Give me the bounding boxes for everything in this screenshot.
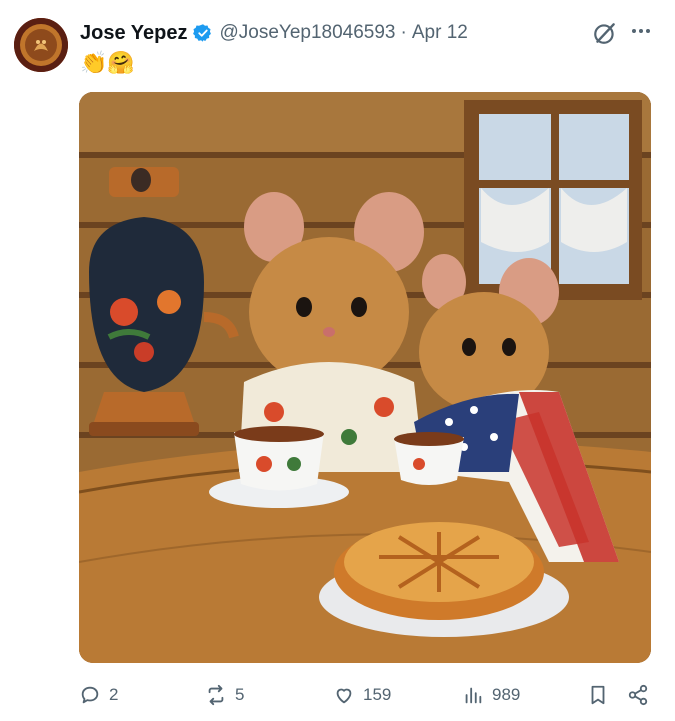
share-button[interactable] <box>627 680 649 710</box>
reply-icon <box>81 686 99 704</box>
heart-icon <box>336 688 352 704</box>
author-handle[interactable]: @JoseYep18046593 <box>219 22 395 44</box>
share-icon <box>628 684 648 706</box>
post-date[interactable]: Apr 12 <box>412 22 468 44</box>
views-icon <box>465 687 482 704</box>
avatar-image <box>14 18 68 72</box>
verified-badge-icon <box>193 24 212 42</box>
like-button[interactable]: 159 <box>333 680 391 710</box>
more-icon[interactable] <box>626 16 656 46</box>
illustration <box>79 92 651 663</box>
author-name[interactable]: Jose Yepez <box>80 22 187 45</box>
repost-count: 5 <box>235 685 245 704</box>
reply-button[interactable]: 2 <box>79 680 118 710</box>
post-header: Jose Yepez @JoseYep18046593 · Apr 12 <box>80 20 468 46</box>
post-text: 👏🤗 <box>80 50 135 78</box>
bookmark-button[interactable] <box>587 680 609 710</box>
separator-dot: · <box>400 22 407 43</box>
repost-icon <box>208 684 224 706</box>
grok-icon[interactable] <box>592 20 618 46</box>
post-media-image[interactable] <box>79 92 651 663</box>
views-button[interactable]: 989 <box>462 680 520 710</box>
repost-button[interactable]: 5 <box>205 680 244 710</box>
reply-count: 2 <box>109 685 119 704</box>
bookmark-icon <box>591 685 605 705</box>
like-count: 159 <box>363 685 392 704</box>
action-bar: 2 5 159 989 <box>0 680 675 712</box>
avatar[interactable] <box>14 18 68 72</box>
view-count: 989 <box>492 685 521 704</box>
post-emoji-text: 👏🤗 <box>80 50 135 75</box>
